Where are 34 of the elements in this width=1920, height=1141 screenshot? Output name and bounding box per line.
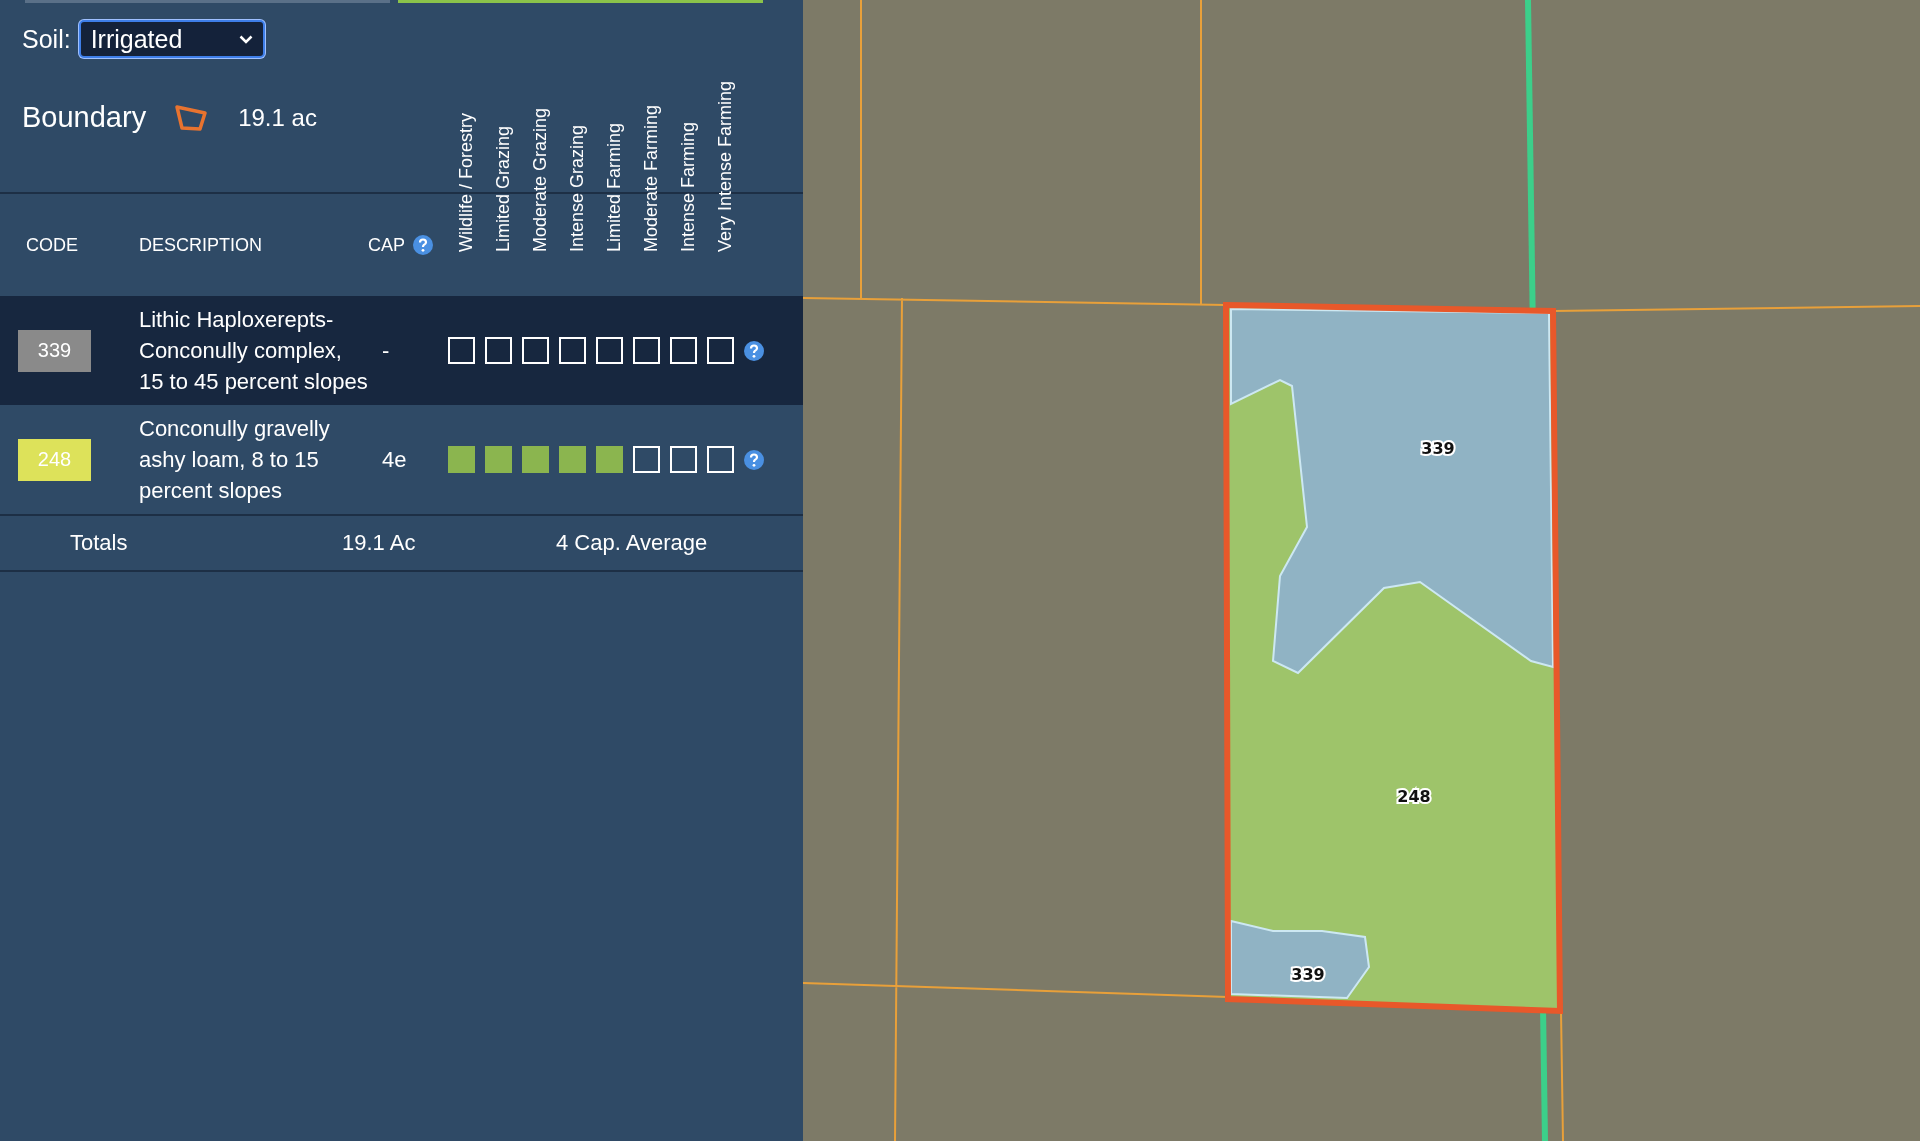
column-header: Very Intense Farming: [714, 79, 736, 252]
table-row[interactable]: 339 Lithic Haploxerepts-Conconully complex, 15 to 45 percent slopes -: [0, 296, 803, 405]
cap-header: CAP: [368, 234, 405, 256]
soil-code-label: 248: [1397, 787, 1431, 806]
column-header: Moderate Grazing: [529, 106, 551, 252]
soil-label: Soil:: [22, 24, 71, 54]
column-header: Intense Grazing: [566, 123, 588, 252]
soil-dropdown[interactable]: Irrigated: [78, 20, 265, 58]
column-header: Limited Grazing: [492, 124, 514, 252]
column-header: Limited Farming: [603, 121, 625, 252]
code-badge: 248: [18, 438, 91, 481]
help-icon[interactable]: [413, 235, 433, 255]
boundary-label: Boundary: [22, 101, 147, 134]
soil-description: Conconully gravelly ashy loam, 8 to 15 percent slopes: [139, 415, 331, 505]
satellite-map[interactable]: 339 248 339: [803, 0, 1920, 1141]
chevron-icon: [238, 34, 253, 44]
capability-average: 4 Cap. Average: [556, 530, 708, 556]
polygon-icon[interactable]: [174, 103, 209, 132]
capability-class: -: [381, 337, 391, 364]
boundary-area: 19.1 ac: [238, 103, 317, 132]
column-header: Wildlife / Forestry: [455, 111, 477, 252]
soil-description: Lithic Haploxerepts-Conconully complex, 15 to 45 percent slopes: [139, 306, 368, 396]
total-area: 19.1 Ac: [212, 530, 556, 556]
description-header: DESCRIPTION: [139, 234, 263, 256]
help-icon[interactable]: [744, 449, 764, 470]
capability-class: 4e: [381, 446, 408, 473]
code-header: CODE: [26, 234, 79, 256]
code-badge: 339: [18, 329, 91, 372]
help-icon[interactable]: [744, 340, 764, 361]
totals-label: Totals: [69, 530, 129, 556]
soil-code-label: 339: [1421, 439, 1455, 458]
column-header: Intense Farming: [677, 120, 699, 252]
soil-code-label: 339: [1291, 965, 1325, 984]
column-header: Moderate Farming: [640, 103, 662, 252]
